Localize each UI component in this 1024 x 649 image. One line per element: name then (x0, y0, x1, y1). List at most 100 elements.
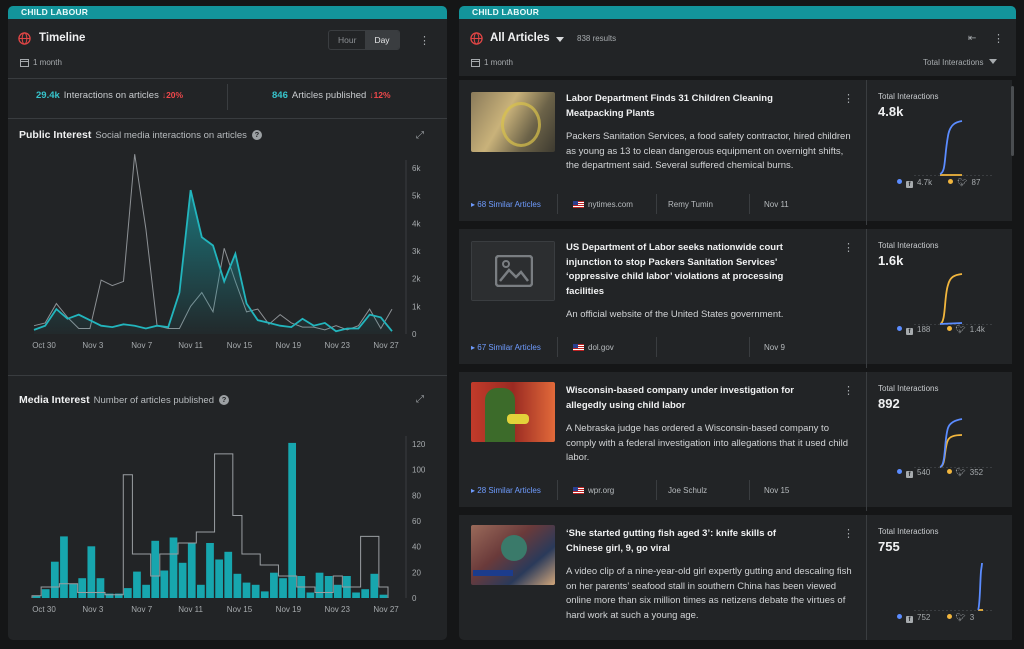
bar (206, 543, 214, 598)
bar (288, 442, 297, 598)
x-tick-label: Nov 23 (325, 605, 351, 614)
bar (133, 571, 141, 598)
article-thumbnail[interactable] (471, 382, 555, 442)
source-domain[interactable]: wpr.org (573, 486, 614, 495)
bar (315, 572, 324, 598)
facebook-count: 540 (917, 468, 931, 477)
bar (178, 562, 187, 598)
article-title[interactable]: US Department of Labor seeks nationwide … (566, 241, 796, 299)
source-domain[interactable]: dol.gov (573, 343, 614, 352)
us-flag-icon (573, 201, 584, 208)
similar-articles-link[interactable]: ▸ 67 Similar Articles (471, 343, 541, 352)
date-range: 1 month (33, 58, 62, 67)
x-tick-label: Nov 15 (227, 605, 253, 614)
facebook-line (939, 120, 963, 175)
divider (227, 84, 228, 110)
us-flag-icon (573, 344, 584, 351)
media-interest-chart: 0 20 40 60 80 100 120 Oct 30 Nov 3 Nov 7 Nov 11 Nov… (31, 436, 426, 614)
help-icon[interactable]: ? (219, 395, 230, 405)
facebook-icon: f (906, 616, 913, 623)
more-options-icon[interactable]: ⋮ (843, 243, 854, 254)
facebook-icon: f (906, 328, 913, 335)
article-thumbnail[interactable] (471, 92, 555, 152)
similar-articles-link[interactable]: ▸ 28 Similar Articles (471, 486, 541, 495)
divider (8, 118, 447, 119)
article-card[interactable]: Wisconsin-based company under investigat… (459, 372, 1012, 511)
more-options-icon[interactable]: ⋮ (419, 36, 430, 47)
x-tick-label: Nov 7 (131, 605, 152, 614)
facebook-dot (897, 614, 902, 619)
article-thumbnail[interactable] (471, 525, 555, 585)
more-options-icon[interactable]: ⋮ (843, 386, 854, 397)
divider (8, 78, 447, 79)
x-tick-label: Nov 11 (178, 341, 203, 350)
y-tick-label: 5k (412, 192, 421, 201)
x-tick-label: Nov 19 (276, 341, 302, 350)
y-tick-label: 3k (412, 247, 421, 256)
bar (215, 559, 223, 598)
more-options-icon[interactable]: ⋮ (993, 34, 1004, 45)
facebook-count: 188 (917, 325, 931, 334)
panel-title: Timeline (39, 32, 86, 44)
article-title[interactable]: ‘She started gutting fish aged 3’: knife… (566, 527, 796, 556)
x-tick-label: Nov 3 (82, 341, 103, 350)
divider (557, 194, 558, 214)
source-domain[interactable]: nytimes.com (573, 200, 633, 209)
bar (242, 582, 251, 598)
panel-title[interactable]: All Articles (490, 32, 550, 44)
similar-articles-link[interactable]: ▸ 68 Similar Articles (471, 200, 541, 209)
expand-icon[interactable]: ⤢ (416, 394, 424, 405)
bar (352, 592, 360, 598)
bar (41, 589, 50, 598)
sort-dropdown[interactable]: Total Interactions (923, 58, 998, 67)
expand-icon[interactable]: ⤢ (416, 130, 424, 141)
source-label: wpr.org (588, 486, 615, 495)
collapse-icon[interactable]: ⇤ (968, 33, 976, 44)
triangle-right-icon: ▸ (471, 343, 476, 352)
total-interactions-value: 892 (878, 396, 900, 411)
bar (187, 543, 196, 598)
article-card[interactable]: ‘She started gutting fish aged 3’: knife… (459, 515, 1012, 640)
public-interest-title: Public Interest Social media interactions… (19, 129, 262, 141)
day-toggle-button[interactable]: Day (365, 31, 399, 49)
article-card[interactable]: US Department of Labor seeks nationwide … (459, 229, 1012, 368)
interactions-sparkline (914, 120, 994, 176)
bar (142, 584, 150, 598)
timeline-panel: CHILD LABOUR Timeline Hour Day ⋮ 1 month… (8, 6, 447, 640)
hour-toggle-button[interactable]: Hour (329, 31, 365, 49)
article-title[interactable]: Wisconsin-based company under investigat… (566, 384, 796, 413)
author-name: Joe Schulz (668, 486, 708, 495)
more-options-icon[interactable]: ⋮ (843, 529, 854, 540)
help-icon[interactable]: ? (251, 130, 262, 140)
bar (169, 537, 178, 598)
articles-value: 846 (272, 90, 288, 101)
facebook-line (939, 322, 963, 325)
divider (866, 229, 867, 368)
article-card[interactable]: Labor Department Finds 31 Children Clean… (459, 80, 1012, 225)
scrollbar[interactable] (1011, 86, 1014, 156)
public-interest-subtitle: Social media interactions on articles (95, 130, 247, 141)
chevron-down-icon (989, 59, 998, 64)
total-interactions-value: 1.6k (878, 253, 904, 268)
bar (333, 584, 342, 598)
interactions-sparkline (914, 273, 994, 325)
twitter-count: 352 (969, 468, 984, 477)
facebook-dot (897, 326, 902, 331)
article-thumbnail[interactable] (471, 241, 555, 301)
bar (306, 592, 315, 598)
chevron-down-icon[interactable] (556, 37, 564, 42)
bar (324, 576, 333, 598)
bar (123, 588, 132, 598)
articles-label: Articles published (291, 90, 367, 101)
bar (160, 570, 169, 598)
y-tick-label: 2k (412, 275, 421, 284)
x-tick-label: Nov 19 (276, 605, 302, 614)
divider (866, 515, 867, 640)
divider (656, 194, 657, 214)
twitter-icon: 🐦︎ (957, 178, 968, 187)
bar (197, 584, 205, 598)
more-options-icon[interactable]: ⋮ (843, 94, 854, 105)
bar (50, 561, 59, 598)
article-title[interactable]: Labor Department Finds 31 Children Clean… (566, 92, 796, 121)
globe-icon (470, 32, 483, 45)
